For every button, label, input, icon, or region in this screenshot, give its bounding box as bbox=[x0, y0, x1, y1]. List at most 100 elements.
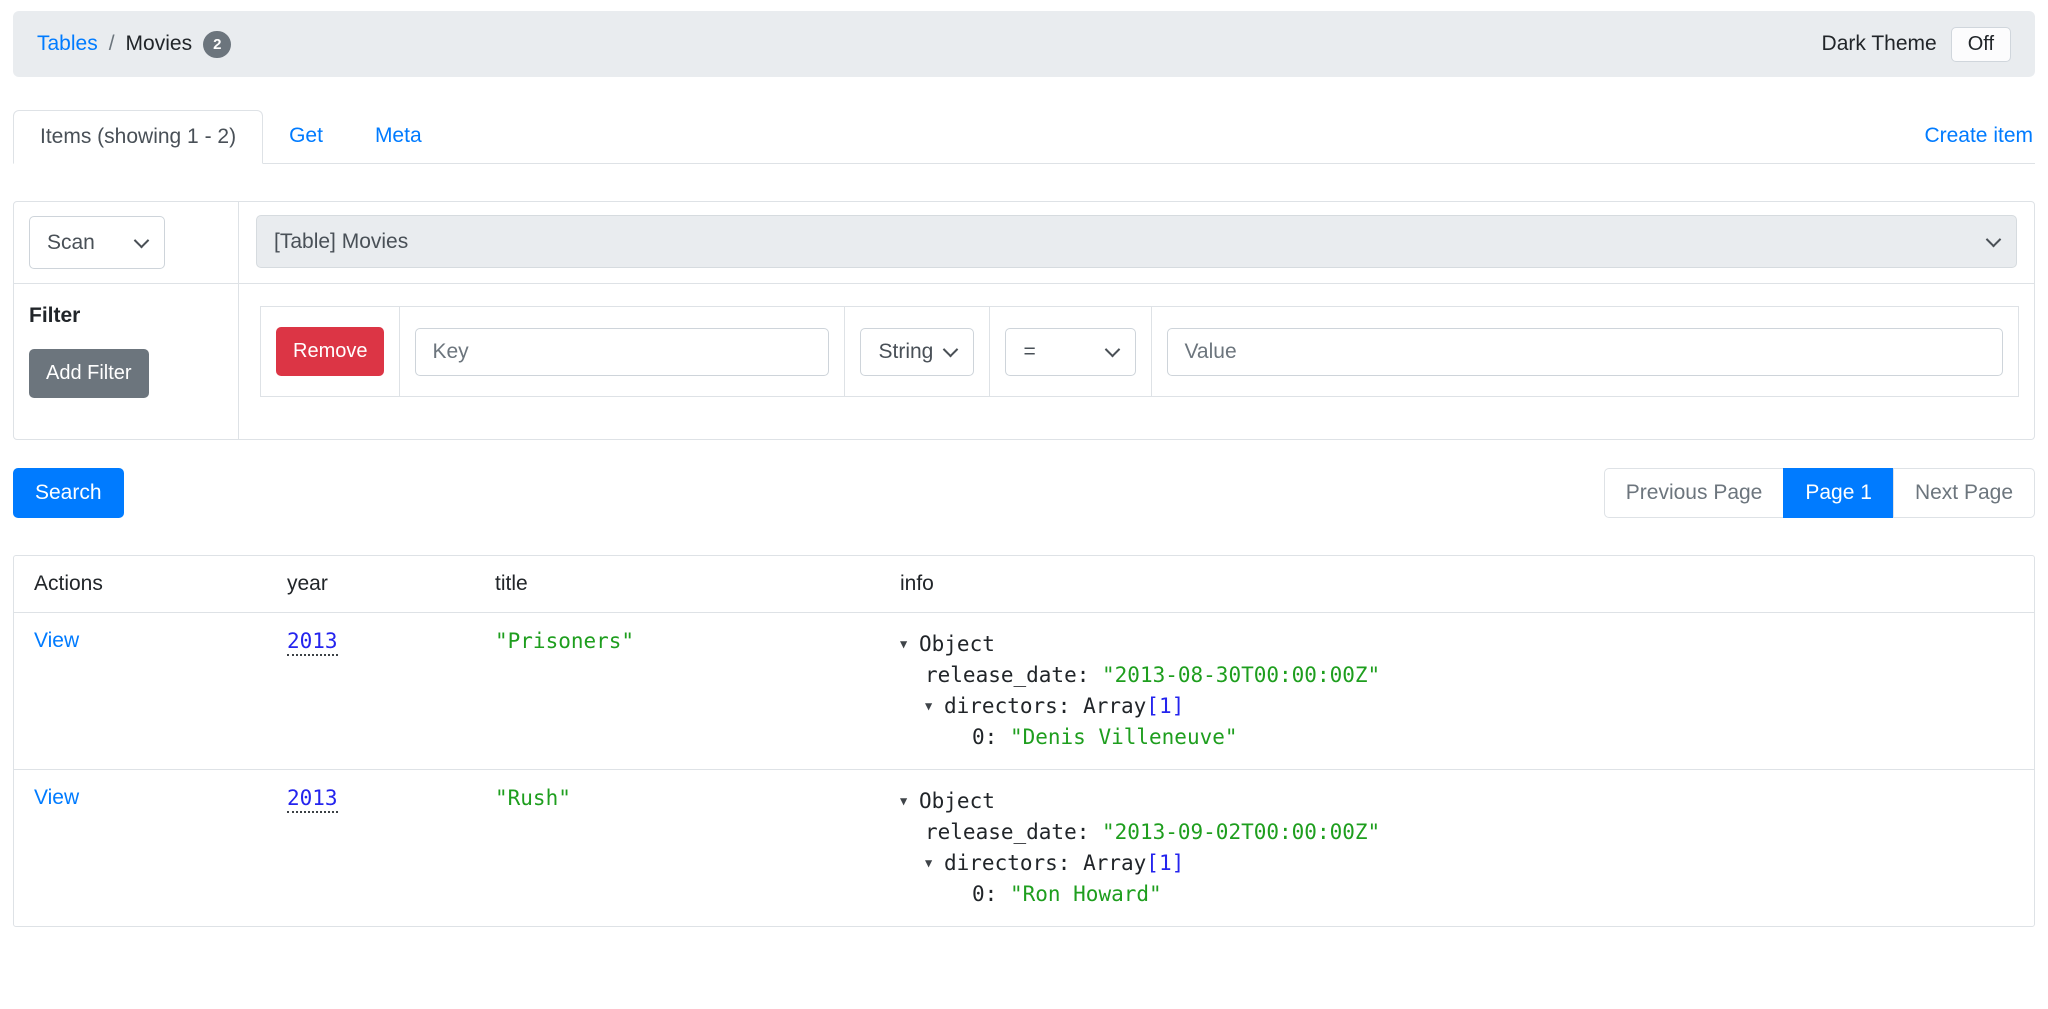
json-tree-node: 0: "Denis Villeneuve" bbox=[950, 722, 2014, 753]
column-header-title: title bbox=[475, 556, 880, 613]
query-panel: Scan [Table] Movies Filter Add Filter Re… bbox=[13, 201, 2035, 440]
actions-row: Search Previous Page Page 1 Next Page bbox=[13, 468, 2035, 518]
table-select[interactable]: [Table] Movies bbox=[256, 215, 2017, 268]
chevron-down-icon bbox=[1105, 341, 1121, 357]
page-root: Tables / Movies 2 Dark Theme Off Items (… bbox=[0, 0, 2048, 967]
cell-actions: View bbox=[14, 613, 267, 770]
json-tree-line: 0: "Ron Howard" bbox=[950, 879, 2014, 910]
cell-year: 2013 bbox=[267, 613, 475, 770]
item-title-value: "Rush" bbox=[495, 786, 571, 810]
json-tree-line: ▼directors: Array[1] bbox=[925, 848, 2014, 879]
tab-items[interactable]: Items (showing 1 - 2) bbox=[13, 110, 263, 164]
json-string-value: "2013-09-02T00:00:00Z" bbox=[1102, 820, 1380, 844]
view-item-link[interactable]: View bbox=[34, 629, 79, 652]
cell-title: "Rush" bbox=[475, 770, 880, 927]
filter-operator-cell: = bbox=[990, 307, 1152, 396]
json-type-label: Object bbox=[919, 632, 995, 656]
item-info-tree: ▼Objectrelease_date: "2013-09-02T00:00:0… bbox=[900, 786, 2014, 910]
json-string-value: "2013-08-30T00:00:00Z" bbox=[1102, 663, 1380, 687]
json-key: directors: bbox=[944, 694, 1083, 718]
chevron-down-icon bbox=[134, 232, 150, 248]
json-tree-line: release_date: "2013-09-02T00:00:00Z" bbox=[925, 817, 2014, 848]
item-year-link[interactable]: 2013 bbox=[287, 786, 338, 813]
dark-theme-toggle-button[interactable]: Off bbox=[1951, 27, 2011, 62]
remove-filter-button[interactable]: Remove bbox=[276, 327, 384, 376]
breadcrumb: Tables / Movies 2 bbox=[37, 31, 231, 58]
next-page-button[interactable]: Next Page bbox=[1893, 468, 2035, 518]
filter-type-select[interactable]: String bbox=[860, 328, 974, 376]
tree-toggler-icon[interactable]: ▼ bbox=[900, 786, 919, 817]
operation-cell: Scan bbox=[14, 202, 239, 283]
json-key: directors: bbox=[944, 851, 1083, 875]
filter-operator-select-value: = bbox=[1023, 340, 1035, 364]
json-tree-line: ▼directors: Array[1] bbox=[925, 691, 2014, 722]
items-table: Actionsyeartitleinfo View 2013 "Prisoners"… bbox=[14, 556, 2034, 926]
filter-rows-area: Remove String = bbox=[239, 283, 2034, 439]
column-header-info: info bbox=[880, 556, 2034, 613]
filter-row: Remove String = bbox=[260, 306, 2019, 397]
filter-operator-select[interactable]: = bbox=[1005, 328, 1136, 376]
json-tree-children: 0: "Denis Villeneuve" bbox=[950, 722, 2014, 753]
operation-select-value: Scan bbox=[47, 231, 95, 255]
filter-key-input[interactable] bbox=[415, 328, 829, 376]
view-item-link[interactable]: View bbox=[34, 786, 79, 809]
json-tree-node: ▼directors: Array[1]0: "Denis Villeneuve… bbox=[925, 691, 2014, 753]
operation-select[interactable]: Scan bbox=[29, 216, 165, 269]
column-header-year: year bbox=[267, 556, 475, 613]
add-filter-button[interactable]: Add Filter bbox=[29, 349, 149, 398]
json-string-value: "Ron Howard" bbox=[1010, 882, 1162, 906]
target-cell: [Table] Movies bbox=[239, 202, 2034, 283]
json-tree-node: ▼Objectrelease_date: "2013-08-30T00:00:0… bbox=[900, 629, 2014, 753]
tree-toggler-icon[interactable]: ▼ bbox=[925, 848, 944, 879]
json-string-value: "Denis Villeneuve" bbox=[1010, 725, 1238, 749]
item-year-link[interactable]: 2013 bbox=[287, 629, 338, 656]
json-tree-node: ▼directors: Array[1]0: "Ron Howard" bbox=[925, 848, 2014, 910]
table-header-row: Actionsyeartitleinfo bbox=[14, 556, 2034, 613]
previous-page-button[interactable]: Previous Page bbox=[1604, 468, 1785, 518]
cell-title: "Prisoners" bbox=[475, 613, 880, 770]
cell-info: ▼Objectrelease_date: "2013-09-02T00:00:0… bbox=[880, 770, 2034, 927]
filter-label: Filter bbox=[29, 304, 223, 328]
pagination: Previous Page Page 1 Next Page bbox=[1604, 468, 2035, 518]
filter-sidebar: Filter Add Filter bbox=[14, 283, 239, 439]
filter-key-cell bbox=[400, 307, 845, 396]
json-tree-node: release_date: "2013-09-02T00:00:00Z" bbox=[925, 817, 2014, 848]
item-info-tree: ▼Objectrelease_date: "2013-08-30T00:00:0… bbox=[900, 629, 2014, 753]
json-key: release_date: bbox=[925, 820, 1102, 844]
json-tree-line: release_date: "2013-08-30T00:00:00Z" bbox=[925, 660, 2014, 691]
create-item-link[interactable]: Create item bbox=[1922, 110, 2035, 163]
json-type-label: Array bbox=[1083, 851, 1146, 875]
theme-toggle-group: Dark Theme Off bbox=[1822, 27, 2011, 62]
json-tree-line: ▼Object bbox=[900, 629, 2014, 660]
cell-info: ▼Objectrelease_date: "2013-08-30T00:00:0… bbox=[880, 613, 2034, 770]
filter-type-select-value: String bbox=[878, 340, 933, 364]
current-page-button[interactable]: Page 1 bbox=[1783, 468, 1894, 518]
item-count-badge: 2 bbox=[203, 31, 231, 58]
filter-type-cell: String bbox=[845, 307, 990, 396]
json-tree-node: 0: "Ron Howard" bbox=[950, 879, 2014, 910]
json-tree-line: ▼Object bbox=[900, 786, 2014, 817]
json-key: 0: bbox=[972, 725, 1010, 749]
json-type-label: Object bbox=[919, 789, 995, 813]
topbar: Tables / Movies 2 Dark Theme Off bbox=[13, 11, 2035, 77]
json-key: 0: bbox=[972, 882, 1010, 906]
tab-meta[interactable]: Meta bbox=[349, 110, 448, 163]
cell-actions: View bbox=[14, 770, 267, 927]
filter-value-input[interactable] bbox=[1167, 328, 2003, 376]
table-row: View2013"Rush"▼Objectrelease_date: "2013… bbox=[14, 770, 2034, 927]
tab-get[interactable]: Get bbox=[263, 110, 349, 163]
json-tree-children: release_date: "2013-08-30T00:00:00Z"▼dir… bbox=[925, 660, 2014, 753]
search-button[interactable]: Search bbox=[13, 468, 124, 518]
dark-theme-label: Dark Theme bbox=[1822, 32, 1937, 56]
cell-year: 2013 bbox=[267, 770, 475, 927]
tab-bar: Items (showing 1 - 2) Get Meta Create it… bbox=[13, 110, 2035, 164]
json-tree-node: ▼Objectrelease_date: "2013-09-02T00:00:0… bbox=[900, 786, 2014, 910]
tree-toggler-icon[interactable]: ▼ bbox=[900, 629, 919, 660]
breadcrumb-tables-link[interactable]: Tables bbox=[37, 32, 98, 56]
json-tree-children: release_date: "2013-09-02T00:00:00Z"▼dir… bbox=[925, 817, 2014, 910]
breadcrumb-separator: / bbox=[109, 32, 115, 56]
tree-toggler-icon[interactable]: ▼ bbox=[925, 691, 944, 722]
items-table-card: Actionsyeartitleinfo View 2013 "Prisoners"… bbox=[13, 555, 2035, 927]
column-header-actions: Actions bbox=[14, 556, 267, 613]
table-row: View2013"Prisoners"▼Objectrelease_date: … bbox=[14, 613, 2034, 770]
